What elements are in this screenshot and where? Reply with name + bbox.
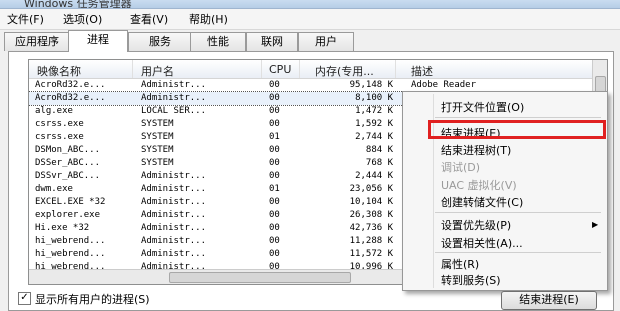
cell-image-name: DSSer_ABC... [35,158,101,168]
cell-memory: 2,444 K [355,171,393,181]
cell-image-name: DSSvr_ABC... [35,171,101,181]
column-divider[interactable] [299,60,300,78]
cell-image-name: AcroRd32.e... [35,93,106,103]
menu-separator [435,252,601,253]
tab-performance[interactable]: 性能 [190,32,246,51]
column-divider[interactable] [261,60,262,78]
cell-user-name: Administr... [141,80,207,90]
window-title: Windows 任务管理器 [24,0,132,9]
menu-file[interactable]: 文件(F) [4,11,47,27]
cell-user-name: Administr... [141,236,207,246]
menu-create-dump[interactable]: 创建转储文件(C) [441,194,523,210]
cell-cpu: 00 [269,171,280,181]
cell-memory: 2,744 K [355,132,393,142]
tab-users[interactable]: 用户 [298,32,354,51]
cell-user-name: Administr... [141,210,207,220]
cell-cpu: 01 [269,132,280,142]
cell-cpu: 00 [269,80,280,90]
cell-user-name: SYSTEM [141,132,174,142]
cell-image-name: EXCEL.EXE *32 [35,197,106,207]
cell-memory: 10,104 K [349,197,393,207]
cell-image-name: hi_webrend... [35,236,106,246]
menu-set-affinity[interactable]: 设置相关性(A)... [441,235,523,251]
menu-properties[interactable]: 属性(R) [441,256,479,272]
menu-help[interactable]: 帮助(H) [186,11,231,27]
cell-cpu: 00 [269,210,280,220]
cell-memory: 1,592 K [355,119,393,129]
cell-user-name: Administr... [141,184,207,194]
menu-set-priority[interactable]: 设置优先级(P) [441,217,511,233]
column-image-name[interactable]: 映像名称 [37,63,81,79]
menu-open-file-location[interactable]: 打开文件位置(O) [441,99,524,115]
menu-separator [435,117,601,118]
cell-cpu: 00 [269,106,280,116]
cell-cpu: 00 [269,197,280,207]
cell-image-name: csrss.exe [35,132,84,142]
cell-cpu: 00 [269,145,280,155]
cell-memory: 23,056 K [349,184,393,194]
cell-cpu: 00 [269,249,280,259]
menu-bar: 文件(F) 选项(O) 查看(V) 帮助(H) [0,9,620,30]
column-user-name[interactable]: 用户名 [141,63,174,79]
cell-image-name: hi_webrend... [35,249,106,259]
cell-image-name: alg.exe [35,106,73,116]
cell-cpu: 00 [269,119,280,129]
end-process-button[interactable]: 结束进程(E) [501,291,597,310]
cell-memory: 95,148 K [349,80,393,90]
cell-cpu: 00 [269,223,280,233]
tab-processes[interactable]: 进程 [68,30,128,52]
show-all-users-checkbox[interactable]: ✓ [18,292,31,305]
list-header: 映像名称 用户名 CPU 内存(专用... 描述 [29,60,593,79]
cell-user-name: Administr... [141,223,207,233]
column-divider[interactable] [395,60,396,78]
cell-user-name: LOCAL SER... [141,106,207,116]
title-bar: Windows 任务管理器 [0,0,620,9]
cell-image-name: AcroRd32.e... [35,80,106,90]
cell-image-name: Hi.exe *32 [35,223,90,233]
cell-image-name: csrss.exe [35,119,84,129]
cell-memory: 11,572 K [349,249,393,259]
cell-cpu: 01 [269,184,280,194]
cell-user-name: Administr... [141,93,207,103]
cell-image-name: explorer.exe [35,210,101,220]
highlight-box [428,120,606,139]
cell-memory: 11,288 K [349,236,393,246]
cell-user-name: SYSTEM [141,145,174,155]
cell-memory: 1,472 K [355,106,393,116]
cell-user-name: Administr... [141,171,207,181]
cell-memory: 768 K [365,158,393,168]
cell-cpu: 00 [269,93,280,103]
column-memory[interactable]: 内存(专用... [315,63,374,79]
menu-separator [435,212,601,213]
cell-cpu: 00 [269,236,280,246]
cell-memory: 8,100 K [355,93,393,103]
menu-options[interactable]: 选项(O) [60,11,105,27]
menu-end-process-tree[interactable]: 结束进程树(T) [441,142,511,158]
cell-memory: 884 K [365,145,393,155]
scroll-thumb[interactable] [169,272,351,283]
submenu-arrow-icon: ▶ [592,220,599,229]
cell-memory: 42,736 K [349,223,393,233]
cell-user-name: Administr... [141,249,207,259]
cell-image-name: DSMon_ABC... [35,145,101,155]
column-divider[interactable] [132,60,133,78]
tab-strip: 应用程序 进程 服务 性能 联网 用户 [0,30,620,52]
cell-memory: 26,308 K [349,210,393,220]
tab-applications[interactable]: 应用程序 [4,32,70,51]
column-cpu[interactable]: CPU [269,63,291,76]
tab-networking[interactable]: 联网 [246,32,298,51]
menu-go-to-service[interactable]: 转到服务(S) [441,272,501,288]
cell-user-name: SYSTEM [141,119,174,129]
tab-services[interactable]: 服务 [128,32,192,51]
cell-user-name: SYSTEM [141,158,174,168]
menu-uac-virtualization: UAC 虚拟化(V) [441,179,517,192]
menu-view[interactable]: 查看(V) [127,11,171,27]
show-all-users-label[interactable]: 显示所有用户的进程(S) [35,291,150,307]
cell-image-name: dwm.exe [35,184,73,194]
cell-user-name: Administr... [141,197,207,207]
cell-cpu: 00 [269,158,280,168]
menu-debug: 调试(D) [441,161,481,174]
column-description[interactable]: 描述 [411,63,433,79]
